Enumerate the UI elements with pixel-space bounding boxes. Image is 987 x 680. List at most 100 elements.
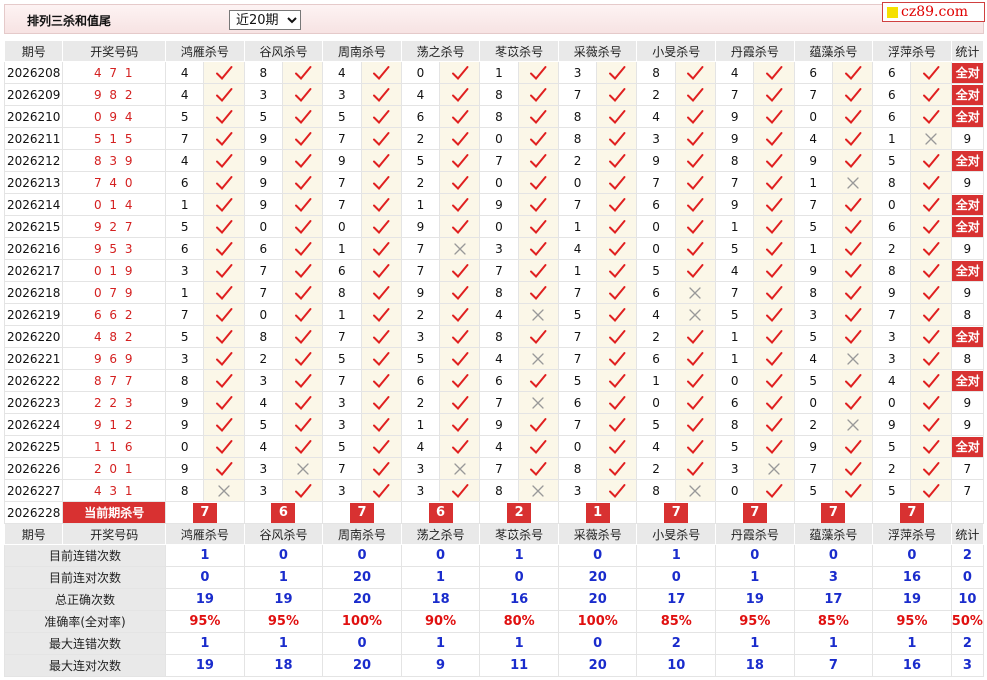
period-range-select[interactable]: 近20期 — [229, 10, 301, 30]
summary-value: 0 — [479, 566, 559, 589]
summary-row: 目前连错次数 1 0 0 0 1 0 1 0 0 0 2 — [3, 544, 985, 567]
summary-value: 19 — [165, 654, 245, 677]
current-kill-number: 7 — [350, 502, 375, 523]
kill-number-cell: 6 — [165, 171, 205, 194]
kill-number-cell: 0 — [715, 369, 755, 392]
all-correct-badge: 全对 — [952, 106, 983, 127]
summary-value: 1 — [715, 632, 795, 655]
period-cell: 2026217 — [3, 259, 64, 282]
check-icon — [216, 241, 233, 256]
result-mark-cell — [281, 149, 324, 172]
col-header-expert[interactable]: 周南杀号 — [322, 40, 402, 62]
kill-number-cell: 1 — [636, 369, 676, 392]
check-icon — [530, 329, 547, 344]
col-header-expert[interactable]: 谷风杀号 — [243, 40, 324, 62]
result-mark-cell — [596, 303, 638, 326]
kill-number-cell: 4 — [479, 435, 519, 458]
col-header-expert[interactable]: 浮萍杀号 — [872, 40, 952, 62]
check-icon — [687, 417, 704, 432]
col-header-expert[interactable]: 谷风杀号 — [243, 523, 324, 545]
summary-value: 19 — [243, 588, 324, 611]
col-header-expert[interactable]: 采薇杀号 — [557, 40, 638, 62]
kill-number-cell: 6 — [872, 61, 912, 84]
result-mark-cell — [753, 303, 795, 326]
site-logo[interactable]: cz89.com — [882, 2, 985, 22]
summary-value: 20 — [322, 588, 402, 611]
col-header-expert[interactable]: 荡之杀号 — [400, 40, 481, 62]
result-mark-cell — [439, 457, 481, 480]
check-icon — [294, 329, 312, 344]
result-mark-cell — [753, 149, 795, 172]
kill-number-cell: 0 — [243, 215, 283, 238]
kill-number-cell: 9 — [165, 457, 205, 480]
summary-value: 1 — [793, 632, 874, 655]
result-mark-cell — [517, 105, 559, 128]
col-header-expert[interactable]: 采薇杀号 — [557, 523, 638, 545]
result-mark-cell — [596, 325, 638, 348]
result-mark-cell — [831, 435, 874, 458]
table-row: 2026210 0 9 4 5 5 5 6 8 8 4 9 0 6 全对 — [3, 105, 985, 128]
cross-icon — [532, 484, 544, 497]
result-mark-cell — [596, 237, 638, 260]
check-icon — [530, 285, 547, 300]
result-mark-cell — [910, 149, 952, 172]
result-mark-cell — [831, 127, 874, 150]
kill-number-cell: 8 — [479, 105, 519, 128]
col-header-expert[interactable]: 鸿雁杀号 — [165, 40, 245, 62]
all-correct-badge: 全对 — [952, 62, 983, 83]
table-row: 2026219 6 6 270124545378 — [3, 303, 985, 326]
result-mark-cell — [831, 347, 874, 370]
kill-number-cell: 2 — [636, 457, 676, 480]
kill-number-cell: 5 — [165, 325, 205, 348]
summary-value: 20 — [557, 654, 638, 677]
check-icon — [530, 439, 547, 454]
kill-number-cell: 1 — [715, 347, 755, 370]
check-icon — [923, 329, 940, 344]
result-mark-cell — [831, 105, 874, 128]
period-cell: 2026220 — [3, 325, 64, 348]
col-header-expert[interactable]: 丹霞杀号 — [715, 523, 795, 545]
summary-row: 最大连错次数 1 1 0 1 1 0 2 1 1 1 2 — [3, 632, 985, 655]
col-header-expert[interactable]: 小旻杀号 — [636, 523, 717, 545]
summary-value: 1 — [400, 566, 481, 589]
kill-number-cell: 8 — [243, 325, 283, 348]
result-mark-cell — [753, 347, 795, 370]
col-header-expert[interactable]: 蕴藻杀号 — [793, 40, 874, 62]
table-row: 2026209 9 8 2 4 3 3 4 8 7 2 7 7 6 全对 — [3, 83, 985, 106]
cross-icon — [296, 462, 309, 475]
col-header-expert[interactable]: 丹霞杀号 — [715, 40, 795, 62]
kill-number-cell: 0 — [479, 215, 519, 238]
kill-number-cell: 2 — [400, 171, 441, 194]
col-header-expert[interactable]: 浮萍杀号 — [872, 523, 952, 545]
col-header-expert[interactable]: 苳苡杀号 — [479, 523, 559, 545]
kill-number-cell: 7 — [322, 127, 362, 150]
check-icon — [451, 351, 469, 366]
check-icon — [923, 483, 940, 498]
result-mark-cell — [281, 281, 324, 304]
kill-number-cell: 8 — [557, 457, 598, 480]
col-header-expert[interactable]: 周南杀号 — [322, 523, 402, 545]
kill-number-cell: 6 — [636, 347, 676, 370]
col-header-expert[interactable]: 荡之杀号 — [400, 523, 481, 545]
result-mark-cell — [281, 193, 324, 216]
col-header-expert[interactable]: 苳苡杀号 — [479, 40, 559, 62]
col-header-expert[interactable]: 蕴藻杀号 — [793, 523, 874, 545]
result-mark-cell — [360, 171, 402, 194]
kill-number-cell: 1 — [165, 281, 205, 304]
result-mark-cell — [203, 259, 245, 282]
kill-number-cell: 8 — [243, 61, 283, 84]
result-mark-cell — [360, 61, 402, 84]
result-mark-cell — [596, 83, 638, 106]
col-header-expert[interactable]: 小旻杀号 — [636, 40, 717, 62]
draw-number-cell: 0 1 4 — [62, 193, 167, 216]
check-icon — [687, 461, 704, 476]
col-header-expert[interactable]: 鸿雁杀号 — [165, 523, 245, 545]
kill-number-cell: 3 — [165, 259, 205, 282]
result-mark-cell — [203, 325, 245, 348]
table-row: 2026227 4 3 183338380557 — [3, 479, 985, 502]
page-title: 排列三杀和值尾 — [27, 14, 112, 28]
result-mark-cell — [753, 413, 795, 436]
result-mark-cell — [753, 259, 795, 282]
kill-number-cell: 1 — [400, 193, 441, 216]
check-icon — [608, 65, 626, 80]
